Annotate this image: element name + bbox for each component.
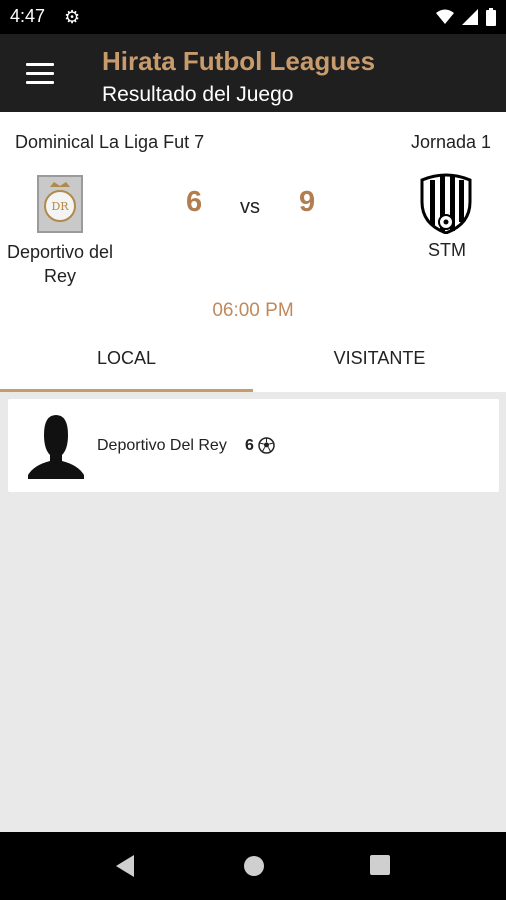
away-score: 9 [299, 186, 316, 218]
recents-icon[interactable] [369, 854, 391, 876]
league-name: Dominical La Liga Fut 7 [15, 132, 205, 152]
settings-icon: ⚙ [64, 7, 81, 27]
away-team-logo [420, 173, 472, 234]
home-team-name: Deportivo del Rey [6, 242, 114, 286]
player-avatar-icon [28, 415, 84, 479]
team-tabs: LOCAL VISITANTE [0, 338, 506, 392]
app-title: Hirata Futbol Leagues [102, 46, 376, 76]
cellular-signal-icon [462, 9, 478, 25]
tab-indicator [0, 389, 253, 392]
match-time: 06:00 PM [212, 300, 294, 321]
tab-local[interactable]: LOCAL [0, 338, 253, 392]
match-card: Dominical La Liga Fut 7 Jornada 1 DR Dep… [0, 112, 506, 392]
system-nav-bar [0, 832, 506, 900]
wifi-icon [436, 9, 454, 24]
page-subtitle: Resultado del Juego [102, 83, 294, 106]
battery-icon [486, 8, 496, 26]
status-bar: 4:47 ⚙ [0, 0, 506, 34]
goal-count: 6 [245, 437, 254, 454]
tab-visitante[interactable]: VISITANTE [253, 338, 506, 392]
status-icons [436, 8, 496, 26]
app-bar: Hirata Futbol Leagues Resultado del Jueg… [0, 34, 506, 112]
status-time: 4:47 [10, 6, 46, 26]
scorer-team-name: Deportivo Del Rey [97, 437, 227, 454]
round-label: Jornada 1 [410, 132, 491, 152]
home-team-logo: DR [37, 175, 83, 233]
vs-label: vs [240, 196, 260, 218]
soccer-ball-icon [258, 437, 275, 454]
menu-icon[interactable] [26, 63, 54, 85]
scorer-list-item[interactable]: Deportivo Del Rey 6 [8, 399, 499, 492]
home-logo-text: DR [51, 200, 69, 213]
back-icon[interactable] [114, 854, 136, 878]
home-score: 6 [186, 186, 203, 218]
away-team-name: STM [428, 240, 466, 260]
home-icon[interactable] [242, 854, 266, 878]
